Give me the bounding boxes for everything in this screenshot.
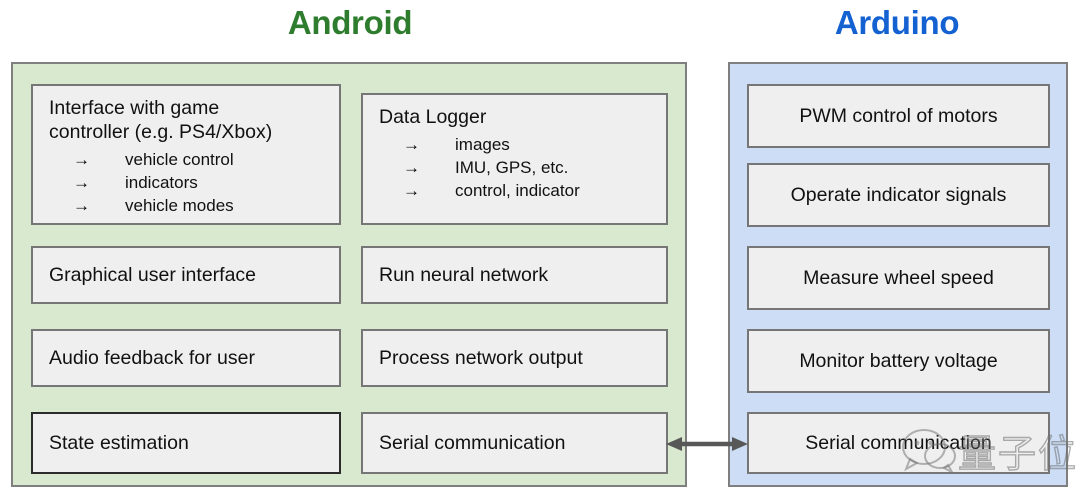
list-item: → control, indicator (403, 181, 580, 200)
task-box-title: Run neural network (379, 264, 549, 286)
task-box-title: Serial communication (805, 432, 992, 454)
task-box-title: Monitor battery voltage (799, 350, 998, 372)
task-box-title: Serial communication (379, 432, 566, 454)
task-box-state-estimation[interactable]: State estimation (31, 412, 341, 474)
task-box-process-network-output[interactable]: Process network output (361, 329, 668, 387)
arrow-right-icon: → (403, 181, 420, 200)
task-box-title: State estimation (49, 432, 189, 454)
arrow-right-icon: → (73, 150, 90, 169)
arrow-right-icon: → (73, 173, 90, 192)
task-box-serial-communication-arduino[interactable]: Serial communication (747, 412, 1050, 474)
list-item: → indicators (73, 173, 198, 192)
arrow-right-icon: → (73, 196, 90, 215)
task-box-title: PWM control of motors (799, 105, 998, 127)
arrow-right-icon: → (403, 158, 420, 177)
list-item: → vehicle control (73, 150, 234, 169)
task-box-title: Measure wheel speed (803, 267, 994, 289)
task-box-measure-wheel-speed[interactable]: Measure wheel speed (747, 246, 1050, 310)
bullet-list: → vehicle control → indicators → vehicle… (73, 148, 331, 217)
task-box-title: Interface with game controller (e.g. PS4… (49, 97, 273, 143)
column-title-arduino: Arduino (834, 4, 960, 41)
task-box-interface-with-game-controller[interactable]: Interface with game controller (e.g. PS4… (31, 84, 341, 225)
task-box-title: Data Logger (379, 106, 487, 128)
list-item: → vehicle modes (73, 196, 234, 215)
task-box-title: Process network output (379, 347, 583, 369)
task-box-audio-feedback-for-user[interactable]: Audio feedback for user (31, 329, 341, 387)
task-box-title: Audio feedback for user (49, 347, 255, 369)
list-item: → images (403, 135, 510, 154)
task-box-pwm-control-of-motors[interactable]: PWM control of motors (747, 84, 1050, 148)
task-box-monitor-battery-voltage[interactable]: Monitor battery voltage (747, 329, 1050, 393)
task-box-operate-indicator-signals[interactable]: Operate indicator signals (747, 163, 1050, 227)
task-box-run-neural-network[interactable]: Run neural network (361, 246, 668, 304)
diagram-canvas: Android Arduino Interface with game cont… (0, 0, 1080, 500)
column-title-android: Android (287, 4, 413, 41)
task-box-title: Operate indicator signals (790, 184, 1007, 206)
task-box-data-logger[interactable]: Data Logger → images → IMU, GPS, etc. → … (361, 93, 668, 225)
bidirectional-arrow-icon (666, 437, 748, 451)
list-item: → IMU, GPS, etc. (403, 158, 569, 177)
arrow-right-icon: → (403, 135, 420, 154)
task-box-title: Graphical user interface (49, 264, 257, 286)
bullet-list: → images → IMU, GPS, etc. → control, ind… (403, 133, 658, 202)
task-box-graphical-user-interface[interactable]: Graphical user interface (31, 246, 341, 304)
task-box-serial-communication-android[interactable]: Serial communication (361, 412, 668, 474)
